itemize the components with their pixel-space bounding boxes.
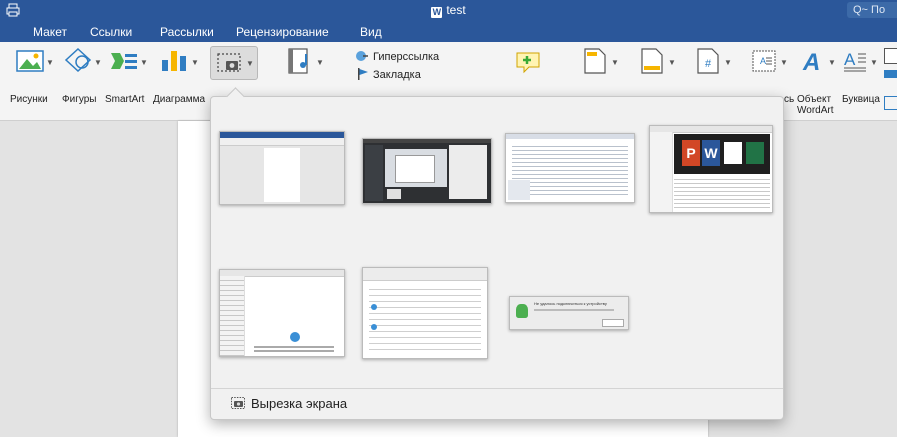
chart-label[interactable]: Диаграмма <box>153 94 205 105</box>
screenshot-gallery-popover: P W Не удалось подключиться к устройству… <box>210 87 784 420</box>
dialog-thumb-text: Не удалось подключиться к устройству <box>534 301 607 306</box>
tab-review[interactable]: Рецензирование <box>236 25 329 39</box>
svg-text:A: A <box>844 50 856 69</box>
bookmark-icon <box>358 68 368 80</box>
shapes-icon[interactable] <box>64 48 92 72</box>
screenshot-icon <box>217 53 241 72</box>
chevron-down-icon[interactable]: ▼ <box>780 58 788 67</box>
pictures-icon[interactable] <box>16 50 44 72</box>
screenshot-button[interactable]: ▼ <box>210 46 258 80</box>
search-input[interactable]: Q~ По <box>847 2 897 18</box>
chevron-down-icon[interactable]: ▼ <box>611 58 619 67</box>
hyperlink-icon <box>356 51 368 61</box>
svg-text:A: A <box>760 56 766 66</box>
tab-references[interactable]: Ссылки <box>90 25 132 39</box>
chevron-down-icon[interactable]: ▼ <box>316 58 324 67</box>
camera-icon <box>231 397 245 409</box>
window-thumbnail-6[interactable] <box>362 267 488 359</box>
wordart-label-2[interactable]: WordArt <box>797 105 834 116</box>
comment-icon[interactable] <box>514 50 542 74</box>
window-thumbnail-2[interactable] <box>362 138 492 204</box>
chevron-down-icon[interactable]: ▼ <box>724 58 732 67</box>
window-title-text: test <box>446 3 466 17</box>
chevron-down-icon[interactable]: ▼ <box>191 58 199 67</box>
page-number-icon[interactable]: # <box>697 48 719 74</box>
chevron-down-icon[interactable]: ▼ <box>870 58 878 67</box>
wordart-label-1[interactable]: Объект <box>797 94 831 105</box>
shapes-label[interactable]: Фигуры <box>62 94 96 105</box>
smartart-icon[interactable] <box>110 50 138 72</box>
chevron-down-icon[interactable]: ▼ <box>94 58 102 67</box>
header-icon[interactable] <box>584 48 606 74</box>
dropcap-label[interactable]: Буквица <box>842 94 880 105</box>
window-thumbnail-5[interactable] <box>219 269 345 357</box>
chevron-down-icon[interactable]: ▼ <box>246 59 254 68</box>
ribbon-tabs: Макет Ссылки Рассылки Рецензирование Вид <box>0 20 897 42</box>
pictures-label[interactable]: Рисунки <box>10 94 48 105</box>
chevron-down-icon[interactable]: ▼ <box>828 58 836 67</box>
tab-layout[interactable]: Макет <box>33 25 67 39</box>
textbox-label[interactable]: сь <box>784 94 794 105</box>
svg-text:#: # <box>705 58 712 70</box>
word-doc-icon: W <box>431 7 443 18</box>
textbox-icon[interactable]: A <box>752 50 776 72</box>
wordart-icon[interactable]: A <box>800 48 826 74</box>
window-thumbnail-1[interactable] <box>219 131 345 205</box>
screen-clipping-button[interactable]: Вырезка экрана <box>211 388 783 419</box>
screen-clipping-label: Вырезка экрана <box>251 396 348 411</box>
tab-mailings[interactable]: Рассылки <box>160 25 214 39</box>
title-bar: Wtest Q~ По <box>0 0 897 20</box>
bookmark-button[interactable]: Закладка <box>373 69 421 81</box>
video-icon[interactable] <box>288 48 312 74</box>
footer-icon[interactable] <box>641 48 663 74</box>
svg-text:A: A <box>802 49 820 74</box>
smartart-label[interactable]: SmartArt <box>105 94 144 105</box>
dropcap-icon[interactable]: A <box>842 48 868 74</box>
signature-icon[interactable] <box>884 70 897 78</box>
window-thumbnail-3[interactable] <box>505 133 635 203</box>
hyperlink-button[interactable]: Гиперссылка <box>373 51 439 63</box>
datetime-icon[interactable] <box>884 96 897 110</box>
chevron-down-icon[interactable]: ▼ <box>140 58 148 67</box>
tab-view[interactable]: Вид <box>360 25 382 39</box>
window-thumbnail-4[interactable]: P W <box>649 125 773 213</box>
window-title: Wtest <box>0 3 897 18</box>
chevron-down-icon[interactable]: ▼ <box>46 58 54 67</box>
chart-icon[interactable] <box>160 48 188 72</box>
chevron-down-icon[interactable]: ▼ <box>668 58 676 67</box>
window-thumbnail-7[interactable]: Не удалось подключиться к устройству <box>509 296 629 330</box>
object-icon[interactable] <box>884 48 897 64</box>
